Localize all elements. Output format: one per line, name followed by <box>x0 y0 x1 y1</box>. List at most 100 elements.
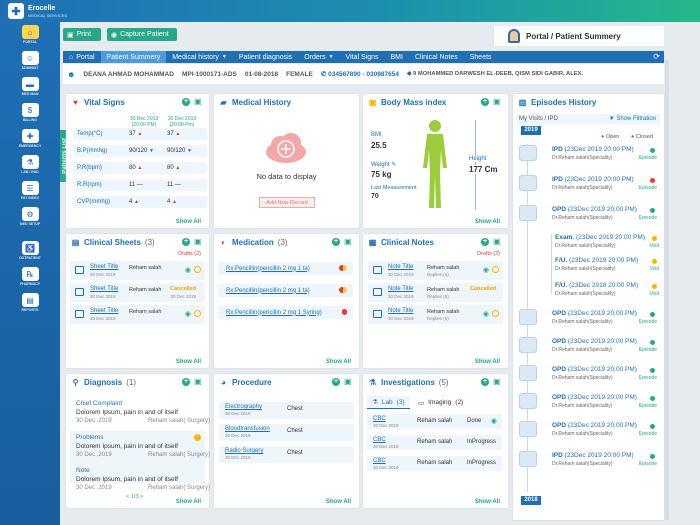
episode-item[interactable]: OPD (23Dec 2019 20:00 PM) Dr.Reham salah(… <box>517 364 657 384</box>
tab-patient-summery[interactable]: Patient Summery <box>100 51 167 63</box>
show-filtration-button[interactable]: ▼ Show Filtration <box>609 114 656 125</box>
nav-lab-rad[interactable]: ⚗ LAB / RAD <box>0 155 60 179</box>
print-notes-icon[interactable]: ▣ <box>493 238 502 246</box>
visit-item[interactable]: F/U. (23Dec 2019 20:00 PM) Dr.Reham salah… <box>541 255 659 275</box>
episode-item[interactable]: OPD (23Dec 2019 20:00 PM) Dr.Reham salah(… <box>517 336 657 356</box>
bmi-show-all-link[interactable]: Show All <box>475 219 500 225</box>
nav-emergency[interactable]: ✚ EMERGENCY <box>0 129 60 153</box>
notes-show-all-link[interactable]: Show All <box>475 359 500 365</box>
investigation-item[interactable]: CBC 30 Dec 2019 Reham salah InProgress <box>367 435 502 450</box>
tab-imaging[interactable]: ▭ Imaging (2) <box>413 396 468 409</box>
tab-vital-signs[interactable]: Vital Signs <box>340 51 385 63</box>
cancel-icon[interactable] <box>492 266 499 273</box>
episode-item[interactable]: OPD (23Dec 2019 20:00 PM) Dr.Reham salah(… <box>517 308 657 328</box>
medication-item[interactable]: Rx:Pencillin(pencillin 2 mg 1 ta) <box>218 262 353 275</box>
tab-clinical-notes[interactable]: Clinical Notes <box>409 51 464 63</box>
nav-pat-index[interactable]: ☰ PAT INDEX <box>0 181 60 205</box>
episode-item[interactable]: OPD (23Dec 2019 20:00 PM) Dr.Reham salah(… <box>517 420 657 440</box>
visit-item[interactable]: Exam. (23Dec 2019 20:00 PM) Dr.Reham sala… <box>541 232 659 252</box>
print-vital-icon[interactable]: ▣ <box>194 98 203 106</box>
investigation-item[interactable]: CBC 30 Dec 2019 Reham salah Done ◉ <box>367 414 502 429</box>
visit-link[interactable]: Visit <box>650 243 659 249</box>
edit-pencil-icon[interactable]: ✎ <box>391 162 396 168</box>
nav-admin[interactable]: ☺ ADMINIST <box>0 51 60 75</box>
episode-link[interactable]: Episode <box>639 319 657 325</box>
print-medication-icon[interactable]: ▣ <box>344 238 353 246</box>
tab-medical-history[interactable]: Medical history ▼ <box>166 51 233 63</box>
procedure-item[interactable]: Radio Surgery 30 Dec 2019 Chest <box>219 446 354 463</box>
episode-link[interactable]: Episode <box>639 155 657 161</box>
print-bmi-icon[interactable]: ▣ <box>493 98 502 106</box>
add-sheet-button[interactable]: + <box>182 238 190 246</box>
visit-link[interactable]: Visit <box>650 266 659 272</box>
app-logo[interactable]: ✚ Erocelle MEDICAL SERVICES <box>8 3 67 19</box>
page-scrollbar[interactable] <box>665 60 669 520</box>
view-eye-icon[interactable]: ◉ <box>185 310 191 318</box>
diagnosis-pager[interactable]: < 1/3 > <box>126 494 143 500</box>
add-medication-button[interactable]: + <box>332 238 340 246</box>
medication-item[interactable]: Rx:Pencillin(pencillin 2 mg 1 Syring) <box>218 306 353 319</box>
medication-item[interactable]: Rx:Pencillin(pencillin 2 mg 1 ta) <box>218 284 353 297</box>
add-investigation-button[interactable]: + <box>481 378 489 386</box>
procedure-item[interactable]: Electrography 30 Dec 2019 Chest <box>219 402 354 419</box>
note-item[interactable]: Note Title 30 Dec 2019 Reham salah Replies … <box>368 305 503 324</box>
add-bmi-button[interactable]: + <box>481 98 489 106</box>
episode-link[interactable]: Episode <box>639 403 657 409</box>
nav-billing[interactable]: $ BILLING <box>0 103 60 127</box>
tab-lab[interactable]: ⚗ Lab (3) <box>367 396 410 409</box>
episode-item[interactable]: IPD (23Dec 2019 20:00 PM) Dr.Reham salah(… <box>517 144 657 164</box>
medication-show-all-link[interactable]: Show All <box>326 359 351 365</box>
episode-link[interactable]: Episode <box>639 347 657 353</box>
episode-link[interactable]: Episode <box>639 185 657 191</box>
visits-breadcrumb[interactable]: My Visits / IPD <box>519 116 558 122</box>
add-procedure-button[interactable]: + <box>332 378 340 386</box>
view-eye-icon[interactable]: ◉ <box>185 266 191 274</box>
tab-bmi[interactable]: BMI <box>385 51 409 63</box>
tab-patient-diagnosis[interactable]: Patient diagnosis <box>233 51 298 63</box>
view-eye-icon[interactable]: ◉ <box>483 266 489 274</box>
investigation-item[interactable]: CBC 30 Dec 2019 Reham salah InProgress <box>367 456 502 471</box>
tab-portal[interactable]: ⌂ Portal <box>63 51 101 63</box>
sheets-show-all-link[interactable]: Show All <box>176 359 201 365</box>
note-item[interactable]: Note Title 30 Dec 2019 Reham salah Replies … <box>368 261 503 280</box>
nav-reports[interactable]: ▤ REPORTS <box>0 293 60 317</box>
episode-item[interactable]: IPD (23Dec 2019 20:00 PM) Dr.Reham salah(… <box>517 174 657 194</box>
view-eye-icon[interactable]: ◉ <box>483 310 489 318</box>
cancel-icon[interactable] <box>492 310 499 317</box>
sheet-item[interactable]: Sheet Title 30 Dec 2019 Reham salah Cancell… <box>70 283 205 302</box>
print-procedure-icon[interactable]: ▣ <box>344 378 353 386</box>
procedure-show-all-link[interactable]: Show All <box>326 499 351 505</box>
sheet-item[interactable]: Sheet Title 30 Dec 2019 Reham salah ◉ <box>70 261 205 280</box>
add-vital-button[interactable]: + <box>182 98 190 106</box>
print-diagnosis-icon[interactable]: ▣ <box>194 378 203 386</box>
episode-item[interactable]: OPD (23Dec 2019 20:00 PM) Dr.Reham salah(… <box>517 204 657 224</box>
episode-link[interactable]: Episode <box>639 375 657 381</box>
print-button[interactable]: ▣ Print <box>63 28 101 41</box>
sheet-item[interactable]: Sheet Title 30 Dec 2019 Reham salah ◉ <box>70 305 205 324</box>
add-new-record-button[interactable]: Add New Record <box>259 197 315 208</box>
nav-med-setup[interactable]: ⚙ MED SETUP <box>0 207 60 231</box>
episode-link[interactable]: Episode <box>639 215 657 221</box>
nav-pharmacy[interactable]: ℞ PHARMACY <box>0 267 60 291</box>
nav-outpatient[interactable]: ♿ OUTPATIENT <box>0 241 60 265</box>
episode-item[interactable]: IPD (23Dec 2019 20:00 PM) Dr.Reham salah(… <box>517 450 657 470</box>
nav-portal[interactable]: ⌂ PORTAL <box>0 25 60 49</box>
sheets-drafts-link[interactable]: Drafts (2) <box>178 251 201 257</box>
capture-patient-button[interactable]: ◉ Capture Patient <box>107 28 177 41</box>
refresh-icon[interactable]: ⟳ <box>653 52 660 61</box>
tab-orders[interactable]: Orders ▼ <box>298 51 339 63</box>
diagnosis-show-all-link[interactable]: Show All <box>176 499 201 505</box>
visit-link[interactable]: Visit <box>650 291 659 297</box>
print-investigation-icon[interactable]: ▣ <box>493 378 502 386</box>
episode-item[interactable]: OPD (23Dec 2019 20:00 PM) Dr.Reham salah(… <box>517 392 657 412</box>
procedure-item[interactable]: Bloodtransfusion 30 Dec 2019 Chest <box>219 424 354 441</box>
notes-drafts-link[interactable]: Drafts (2) <box>477 251 500 257</box>
view-eye-icon[interactable]: ◉ <box>491 417 497 425</box>
episode-link[interactable]: Episode <box>639 461 657 467</box>
print-sheets-icon[interactable]: ▣ <box>194 238 203 246</box>
investigations-show-all-link[interactable]: Show All <box>475 499 500 505</box>
cancel-icon[interactable] <box>194 310 201 317</box>
cancel-icon[interactable] <box>194 266 201 273</box>
add-note-button[interactable]: + <box>481 238 489 246</box>
add-diagnosis-button[interactable]: + <box>182 378 190 386</box>
